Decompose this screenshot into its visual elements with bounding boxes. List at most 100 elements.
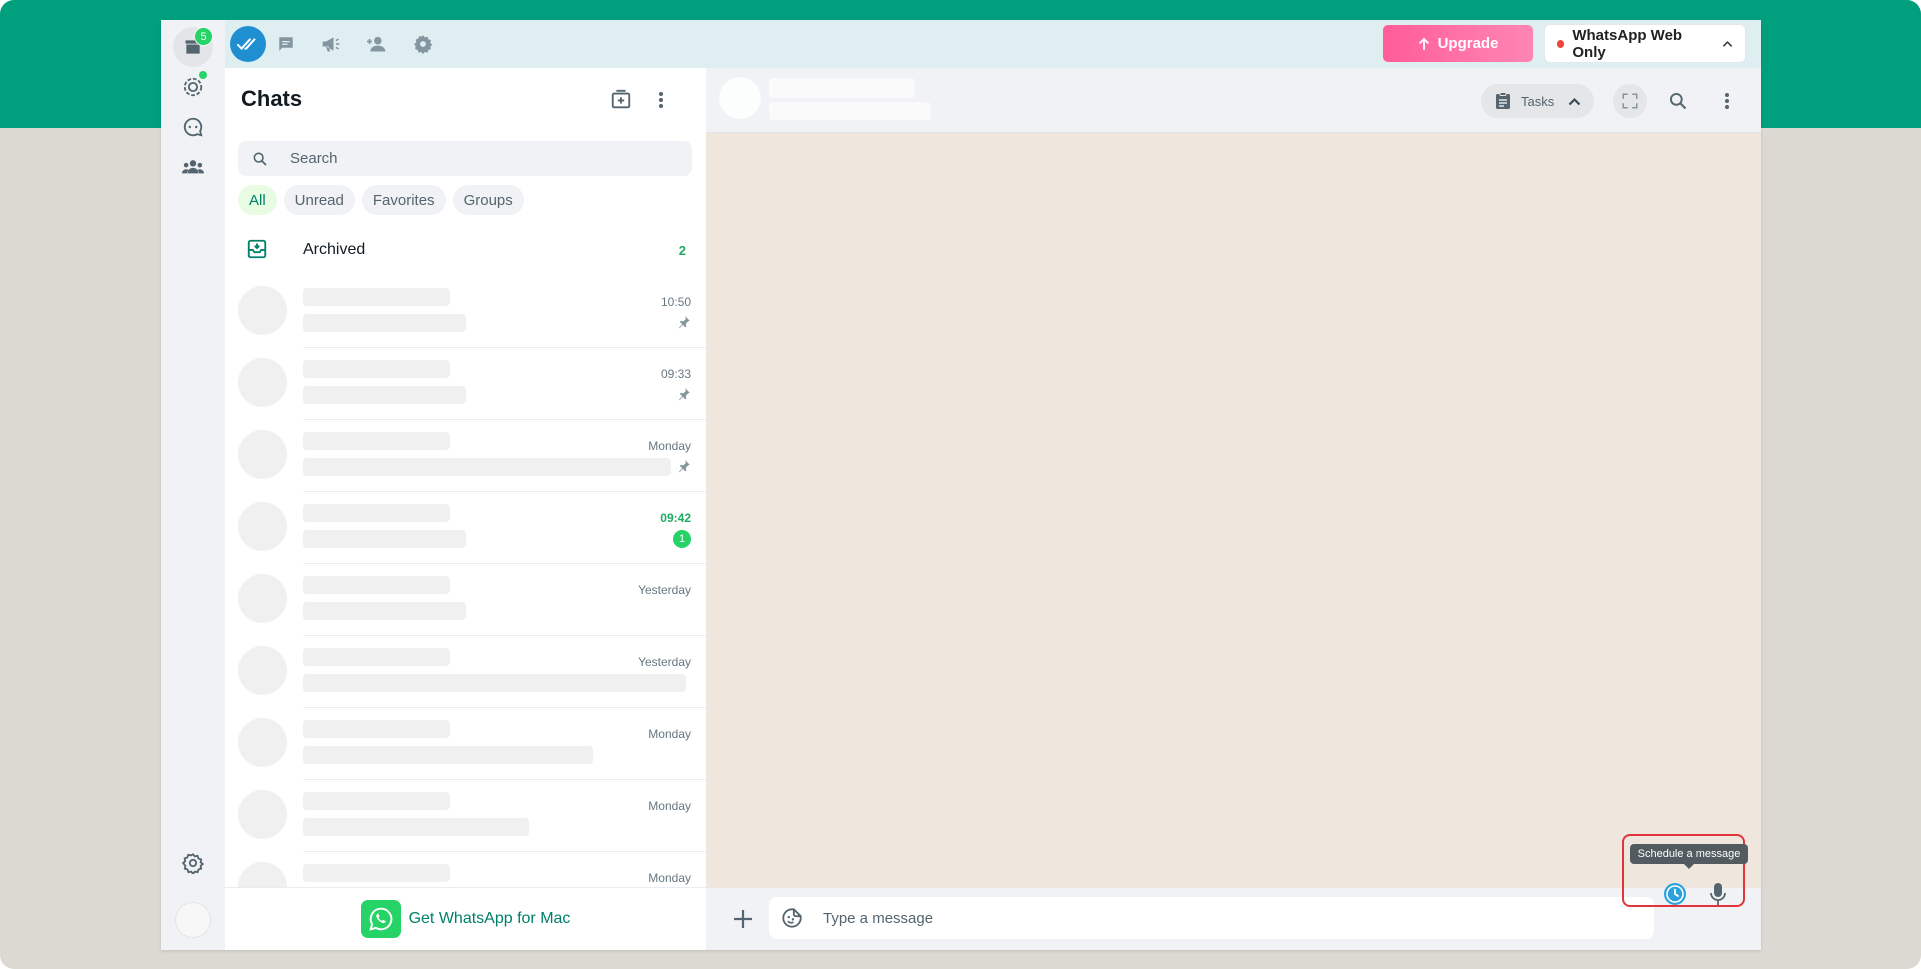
ext-add-contact-button[interactable]	[365, 32, 389, 56]
chat-time: Yesterday	[638, 655, 691, 669]
kebab-menu-icon	[1725, 93, 1729, 109]
pin-icon	[678, 460, 690, 473]
tasks-button[interactable]: Tasks	[1481, 84, 1594, 118]
chat-avatar	[238, 574, 287, 623]
chat-time: Monday	[648, 439, 691, 453]
extension-logo-button[interactable]	[230, 26, 266, 62]
chat-time: 10:50	[660, 295, 691, 309]
new-chat-button[interactable]	[607, 86, 635, 114]
filter-unread[interactable]: Unread	[283, 185, 355, 215]
mode-status-dot	[1557, 39, 1565, 48]
contact-avatar[interactable]	[719, 77, 761, 119]
ext-settings-button[interactable]	[411, 32, 435, 56]
chevron-up-icon	[1722, 40, 1733, 47]
preview-placeholder	[303, 674, 686, 692]
chat-avatar	[238, 502, 287, 551]
channels-button[interactable]	[173, 107, 213, 147]
settings-button[interactable]	[173, 843, 213, 883]
voice-message-button[interactable]	[1702, 878, 1734, 910]
name-placeholder	[303, 792, 450, 810]
mode-label: WhatsApp Web Only	[1572, 26, 1683, 61]
sticker-button[interactable]	[779, 905, 805, 931]
name-placeholder	[303, 288, 450, 306]
plus-icon	[734, 910, 752, 928]
chat-row[interactable]: Yesterday	[225, 564, 706, 636]
conversation-header: Tasks	[706, 68, 1761, 133]
name-placeholder	[303, 648, 450, 666]
fullscreen-button[interactable]	[1613, 84, 1647, 118]
chat-list-panel: Chats All Unread Favorites Groups Archiv…	[225, 68, 707, 950]
chat-avatar	[238, 718, 287, 767]
get-app-link[interactable]: Get WhatsApp for Mac	[409, 910, 571, 928]
status-button[interactable]	[173, 67, 213, 107]
preview-placeholder	[303, 530, 466, 548]
chat-row[interactable]: Monday	[225, 780, 706, 852]
chat-row[interactable]: 10:50	[225, 276, 706, 348]
chat-time: Monday	[648, 871, 691, 885]
chat-time: Monday	[648, 727, 691, 741]
kebab-menu-icon	[659, 92, 663, 108]
compose-bar	[706, 888, 1761, 950]
screen-frame: 5 Upgrade WhatsApp Web Only Chats Search…	[0, 0, 1921, 969]
search-icon	[1669, 92, 1687, 110]
chat-row[interactable]: Monday	[225, 708, 706, 780]
chat-filters: All Unread Favorites Groups	[238, 185, 524, 215]
new-chat-icon	[611, 89, 631, 109]
message-input[interactable]	[821, 908, 1525, 928]
message-box[interactable]	[769, 897, 1654, 939]
get-app-banner[interactable]: Get WhatsApp for Mac	[225, 887, 706, 950]
chat-row[interactable]: 09:42 1	[225, 492, 706, 564]
chat-avatar	[238, 286, 287, 335]
status-icon	[183, 77, 203, 97]
attach-button[interactable]	[728, 904, 758, 934]
ext-broadcast-button[interactable]	[319, 32, 343, 56]
contact-status-placeholder	[769, 102, 931, 120]
arrow-up-icon	[1418, 37, 1429, 50]
chat-avatar	[238, 358, 287, 407]
message-icon	[279, 37, 293, 51]
filter-all[interactable]: All	[238, 185, 277, 215]
search-icon	[253, 152, 267, 166]
ext-messages-button[interactable]	[274, 32, 298, 56]
chat-row[interactable]: Yesterday	[225, 636, 706, 708]
chat-avatar	[238, 430, 287, 479]
tasks-label: Tasks	[1521, 93, 1555, 109]
chat-time: Monday	[648, 799, 691, 813]
contact-name-placeholder	[769, 78, 915, 98]
archived-row[interactable]: Archived 2	[225, 224, 706, 276]
conversation-pane: Tasks Type a message Schedule a message	[706, 68, 1761, 950]
chat-list: 10:50 09:33 Monday 09:42 1 Yesterday Yes…	[225, 276, 706, 924]
search-chat-button[interactable]	[1661, 84, 1695, 118]
chat-avatar	[238, 790, 287, 839]
chats-title: Chats	[241, 86, 303, 111]
add-contact-icon	[367, 36, 386, 52]
chevron-up-icon	[1568, 97, 1581, 105]
name-placeholder	[303, 504, 450, 522]
communities-icon	[182, 160, 204, 174]
mode-dropdown[interactable]: WhatsApp Web Only	[1545, 25, 1745, 62]
profile-avatar[interactable]	[175, 902, 211, 938]
archived-label: Archived	[303, 241, 366, 258]
communities-button[interactable]	[173, 147, 213, 187]
upgrade-label: Upgrade	[1437, 35, 1499, 52]
archived-count: 2	[678, 242, 686, 258]
archive-box-icon	[247, 239, 267, 259]
clock-icon	[1664, 883, 1686, 905]
preview-placeholder	[303, 314, 466, 332]
chat-menu-button[interactable]	[647, 86, 675, 114]
filter-favorites[interactable]: Favorites	[361, 185, 446, 215]
preview-placeholder	[303, 458, 671, 476]
upgrade-button[interactable]: Upgrade	[1383, 25, 1533, 62]
chat-row[interactable]: Monday	[225, 420, 706, 492]
unread-badge: 1	[673, 530, 691, 548]
fullscreen-icon	[1622, 93, 1638, 109]
double-check-logo-icon	[237, 38, 256, 51]
chat-row[interactable]: 09:33	[225, 348, 706, 420]
filter-groups[interactable]: Groups	[452, 185, 524, 215]
conversation-menu-button[interactable]	[1710, 84, 1744, 118]
search-bar[interactable]	[238, 141, 692, 176]
schedule-message-button[interactable]	[1659, 878, 1691, 910]
archive-button[interactable]: 5	[173, 27, 213, 67]
name-placeholder	[303, 864, 450, 882]
search-input[interactable]	[288, 149, 672, 168]
